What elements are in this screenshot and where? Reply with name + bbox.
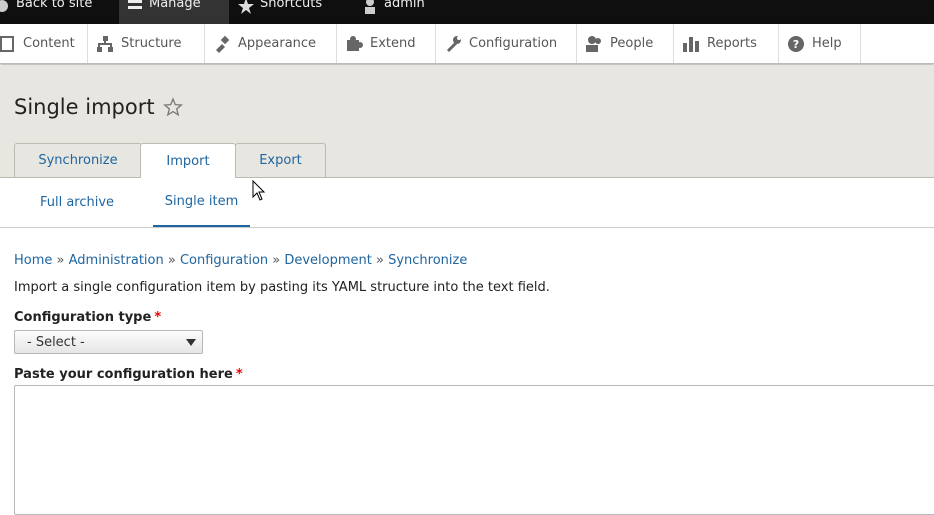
star-icon xyxy=(238,0,254,14)
page-icon xyxy=(0,35,14,52)
wrench-icon xyxy=(446,35,461,52)
tray-item-structure[interactable]: Structure xyxy=(88,24,205,63)
subtab-single-item[interactable]: Single item xyxy=(153,178,250,227)
form-description: Import a single configuration item by pa… xyxy=(14,280,550,295)
tab-synchronize[interactable]: Synchronize xyxy=(14,143,142,177)
breadcrumb-home[interactable]: Home xyxy=(14,253,52,268)
puzzle-icon xyxy=(347,35,363,51)
back-to-site-link[interactable]: Back to site xyxy=(0,0,92,24)
tray-item-appearance[interactable]: Appearance xyxy=(205,24,337,63)
breadcrumb-configuration[interactable]: Configuration xyxy=(180,253,268,268)
config-textarea[interactable] xyxy=(14,385,934,515)
shortcuts-tab[interactable]: Shortcuts xyxy=(238,0,322,24)
config-type-select[interactable]: - Select - xyxy=(14,330,203,354)
user-tab[interactable]: admin xyxy=(362,0,425,24)
bar-chart-icon xyxy=(683,36,699,52)
tray-item-content[interactable]: Content xyxy=(0,24,88,63)
tray-item-extend[interactable]: Extend xyxy=(337,24,436,63)
chevron-down-icon xyxy=(186,339,196,346)
sitemap-icon xyxy=(97,35,113,52)
user-icon xyxy=(365,0,375,14)
tray-item-help[interactable]: ? Help xyxy=(779,24,861,63)
people-icon xyxy=(586,35,601,52)
breadcrumb-administration[interactable]: Administration xyxy=(69,253,164,268)
config-type-label: Configuration type * xyxy=(14,310,162,325)
breadcrumb-development[interactable]: Development xyxy=(284,253,372,268)
page-title: Single import xyxy=(14,95,183,119)
star-shortcut-icon[interactable] xyxy=(162,97,183,117)
manage-tab[interactable]: Manage xyxy=(119,0,229,24)
paste-config-label: Paste your configuration here * xyxy=(14,367,243,382)
required-marker: * xyxy=(235,367,243,382)
tray-item-people[interactable]: People xyxy=(577,24,674,63)
svg-text:?: ? xyxy=(793,38,799,51)
breadcrumb-synchronize[interactable]: Synchronize xyxy=(388,253,467,268)
menu-icon xyxy=(128,0,142,9)
admin-tray: Content Structure Appearance Extend Conf… xyxy=(0,24,934,64)
subtab-full-archive[interactable]: Full archive xyxy=(28,178,126,227)
tray-item-configuration[interactable]: Configuration xyxy=(436,24,577,63)
mouse-pointer-icon xyxy=(252,180,266,201)
tab-export[interactable]: Export xyxy=(235,143,326,177)
tab-import[interactable]: Import xyxy=(140,143,236,178)
tray-item-reports[interactable]: Reports xyxy=(674,24,779,63)
secondary-tabs: Full archive Single item xyxy=(0,178,934,228)
required-marker: * xyxy=(154,310,162,325)
admin-toolbar: Back to site Manage Shortcuts admin xyxy=(0,0,934,24)
paintbrush-icon xyxy=(216,35,230,53)
breadcrumb: Home » Administration » Configuration » … xyxy=(14,253,468,268)
page-header: Single import Synchronize Import Export xyxy=(0,65,934,178)
help-icon: ? xyxy=(788,35,804,52)
home-icon xyxy=(0,0,8,12)
